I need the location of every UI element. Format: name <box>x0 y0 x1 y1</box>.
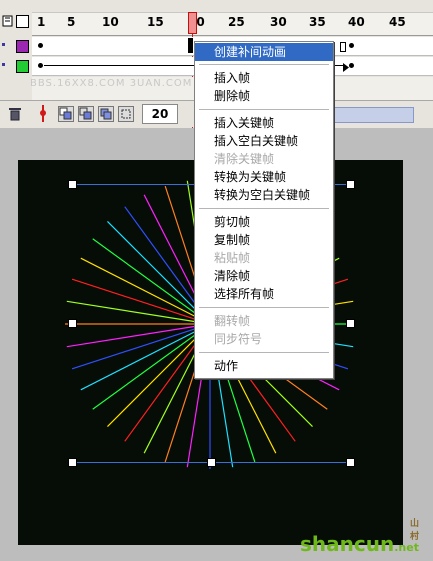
keyframe[interactable] <box>349 63 354 68</box>
center-frame-icon[interactable] <box>38 105 48 125</box>
trash-icon[interactable] <box>8 106 22 124</box>
transform-handle[interactable] <box>346 319 355 328</box>
menu-item-convert-keyframe[interactable]: 转换为关键帧 <box>195 168 333 186</box>
ruler-label: 25 <box>228 15 245 29</box>
menu-item-paste-frames: 粘贴帧 <box>214 251 251 265</box>
edit-multiple-icon[interactable] <box>98 106 114 122</box>
menu-separator <box>199 352 329 353</box>
timeline-corner <box>0 0 32 12</box>
frame-ruler[interactable]: 1 5 10 15 20 25 30 35 40 45 <box>32 12 433 36</box>
menu-item-insert-blank-keyframe[interactable]: 插入空白关键帧 <box>195 132 333 150</box>
transform-handle[interactable] <box>346 458 355 467</box>
keyframe[interactable] <box>38 63 43 68</box>
outline-icon[interactable] <box>16 15 29 28</box>
layer-row-1-header[interactable] <box>0 37 32 55</box>
menu-separator <box>199 109 329 110</box>
horizontal-scrollbar[interactable] <box>332 107 414 123</box>
brand-suffix: .net <box>394 541 419 554</box>
transform-handle[interactable] <box>68 319 77 328</box>
frame-marker <box>188 38 193 53</box>
layer-dot <box>2 63 5 66</box>
layer-dot <box>2 43 5 46</box>
menu-item-create-tween[interactable]: 创建补间动画 <box>195 43 333 61</box>
menu-item-clear-keyframe: 清除关键帧 <box>214 152 275 166</box>
menu-separator <box>199 64 329 65</box>
ruler-label: 45 <box>389 15 406 29</box>
menu-item-sync-symbols: 同步符号 <box>214 332 263 346</box>
menu-separator <box>199 307 329 308</box>
eye-icon[interactable] <box>2 15 13 27</box>
menu-item-actions[interactable]: 动作 <box>195 357 333 375</box>
menu-item-insert-frame[interactable]: 插入帧 <box>195 69 333 87</box>
keyframe[interactable] <box>38 43 43 48</box>
keyframe[interactable] <box>349 43 354 48</box>
ruler-label: 10 <box>102 15 119 29</box>
transform-handle[interactable] <box>68 180 77 189</box>
menu-item-insert-keyframe[interactable]: 插入关键帧 <box>195 114 333 132</box>
transform-handle[interactable] <box>207 458 216 467</box>
menu-item-convert-blank-keyframe[interactable]: 转换为空白关键帧 <box>195 186 333 204</box>
current-frame-field[interactable]: 20 <box>142 104 178 124</box>
onion-skin-icon[interactable] <box>58 106 74 122</box>
ruler-label: 40 <box>348 15 365 29</box>
layer-row-2-header[interactable] <box>0 57 32 75</box>
transform-handle[interactable] <box>346 180 355 189</box>
onion-outline-icon[interactable] <box>78 106 94 122</box>
ruler-label: 35 <box>309 15 326 29</box>
menu-separator <box>199 208 329 209</box>
ruler-label: 30 <box>270 15 287 29</box>
menu-item-cut-frames[interactable]: 剪切帧 <box>195 213 333 231</box>
menu-item-reverse-frames: 翻转帧 <box>214 314 251 328</box>
modify-markers-icon[interactable] <box>118 106 134 122</box>
end-frame[interactable] <box>340 42 346 52</box>
watermark-text: BBS.16XX8.COM 3UAN.COM <box>30 78 193 89</box>
arrow-icon <box>343 61 349 75</box>
ruler-label: 15 <box>147 15 164 29</box>
layer-2-color-swatch[interactable] <box>16 60 29 73</box>
layer-1-color-swatch[interactable] <box>16 40 29 53</box>
menu-item-delete-frame[interactable]: 删除帧 <box>195 87 333 105</box>
menu-item-select-all-frames[interactable]: 选择所有帧 <box>195 285 333 303</box>
brand-name: shancun <box>300 532 395 556</box>
ruler-label: 5 <box>67 15 76 29</box>
context-menu: 创建补间动画 插入帧 删除帧 插入关键帧 插入空白关键帧 清除关键帧 转换为关键… <box>194 41 334 379</box>
brand-cn: 山村 <box>410 519 420 542</box>
transform-handle[interactable] <box>68 458 77 467</box>
brand-logo: shancun.net 山村 <box>300 519 419 556</box>
menu-item-copy-frames[interactable]: 复制帧 <box>195 231 333 249</box>
playhead-icon[interactable] <box>188 12 197 34</box>
ruler-label: 1 <box>37 15 46 29</box>
menu-item-clear-frames[interactable]: 清除帧 <box>195 267 333 285</box>
